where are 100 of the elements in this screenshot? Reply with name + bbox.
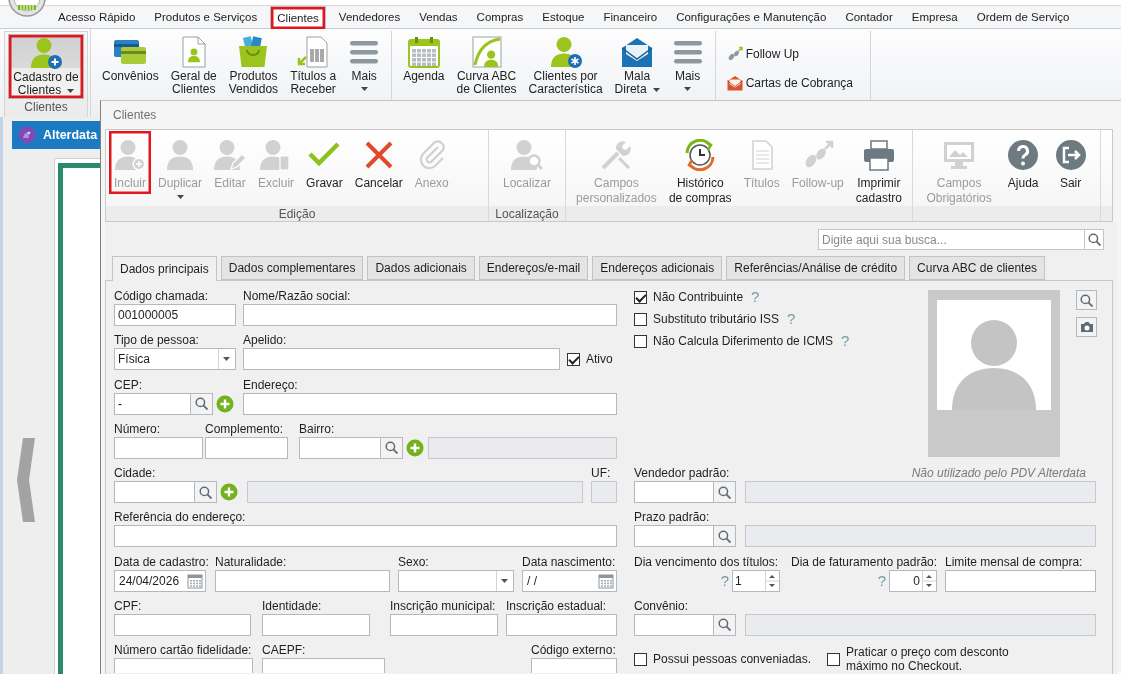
input-field[interactable] <box>634 525 714 548</box>
ribbon-button[interactable]: Produtos Vendidos <box>223 33 284 98</box>
toolbar-button[interactable]: Ajuda <box>1002 131 1045 194</box>
menu-tab[interactable]: Configurações e Manutenção <box>670 6 833 28</box>
ribbon-button[interactable]: Geral de Clientes <box>165 33 222 98</box>
add-icon[interactable] <box>406 438 424 457</box>
readonly-field[interactable] <box>745 613 1096 636</box>
camera-button[interactable] <box>1076 317 1097 337</box>
input-field[interactable] <box>243 392 617 415</box>
input-field[interactable] <box>506 613 617 636</box>
toolbar-button[interactable]: Imprimir cadastro <box>850 131 907 209</box>
dropdown-field[interactable] <box>398 569 514 592</box>
menu-tab[interactable]: Acesso Rápido <box>52 6 142 28</box>
menu-tab[interactable]: Financeiro <box>597 6 664 28</box>
ribbon-button[interactable]: Cadastro de Clientes <box>8 34 84 99</box>
toolbar-button[interactable]: Gravar <box>301 131 348 194</box>
input-field[interactable] <box>114 658 253 673</box>
readonly-field[interactable] <box>428 436 617 459</box>
ribbon-button[interactable]: Cartas de Cobrança <box>726 73 856 93</box>
toolbar-button[interactable]: Cancelar <box>349 131 408 194</box>
input-field[interactable]: 001000005 <box>114 304 236 326</box>
ribbon-button[interactable]: Mais <box>666 33 709 93</box>
spin-field[interactable]: 1 <box>732 569 780 592</box>
dropdown-field[interactable]: Física <box>114 348 236 371</box>
ribbon-button[interactable]: Curva ABC de Clientes <box>451 33 522 98</box>
tab[interactable]: Dados principais <box>112 256 217 281</box>
input-field[interactable] <box>390 613 498 636</box>
menu-tab[interactable]: Vendedores <box>332 6 407 28</box>
checkbox[interactable] <box>634 290 647 304</box>
menu-tab[interactable]: Contador <box>839 6 899 28</box>
checkbox[interactable] <box>567 352 580 366</box>
checkbox-label[interactable]: Não Contribuinte <box>653 290 744 304</box>
ribbon-button[interactable]: Convênios <box>97 33 164 85</box>
spin-field[interactable]: 0 <box>889 569 937 592</box>
tab[interactable]: Referências/Análise de crédito <box>726 256 906 280</box>
ribbon-button[interactable]: Mala Direta <box>609 33 665 98</box>
toolbar-button[interactable]: Sair <box>1049 131 1092 194</box>
search-button[interactable] <box>381 436 403 459</box>
checkbox-label[interactable]: Praticar o preço com desconto máximo no Checkout. <box>846 645 1021 673</box>
input-field[interactable] <box>114 436 203 459</box>
ribbon-button[interactable]: Títulos a Receber <box>285 33 342 98</box>
calendar-icon[interactable] <box>598 572 614 589</box>
menu-tab[interactable]: Produtos e Serviços <box>148 6 264 28</box>
checkbox-label[interactable]: Ativo <box>586 352 613 367</box>
input-field[interactable] <box>299 436 381 459</box>
input-field[interactable]: - <box>114 392 191 415</box>
search-button[interactable] <box>195 481 217 503</box>
input-field[interactable] <box>945 569 1096 592</box>
ribbon-button[interactable]: Clientes por Característica <box>523 33 608 98</box>
calendar-icon[interactable] <box>187 572 203 589</box>
input-field[interactable] <box>205 436 288 459</box>
input-field[interactable] <box>243 304 617 326</box>
readonly-field[interactable] <box>745 525 1096 548</box>
input-field[interactable] <box>531 658 617 673</box>
add-icon[interactable] <box>220 483 238 501</box>
checkbox[interactable] <box>827 652 840 666</box>
search-button[interactable] <box>191 392 213 415</box>
checkbox[interactable] <box>634 312 647 326</box>
input-field[interactable] <box>262 613 370 636</box>
checkbox-label[interactable]: Possui pessoas conveniadas. <box>653 652 812 666</box>
menu-tab[interactable]: Vendas <box>413 6 464 28</box>
menu-tab[interactable]: Ordem de Serviço <box>970 6 1076 28</box>
readonly-field[interactable] <box>247 481 583 503</box>
input-field[interactable] <box>262 658 385 673</box>
input-field[interactable] <box>114 613 251 636</box>
tab[interactable]: Dados adicionais <box>367 256 475 280</box>
menu-tab[interactable]: Empresa <box>905 6 964 28</box>
search-button[interactable] <box>714 613 736 636</box>
ribbon-button[interactable]: Follow Up <box>726 44 856 64</box>
search-button[interactable] <box>714 525 736 548</box>
menu-tab[interactable]: Estoque <box>536 6 591 28</box>
toolbar-button[interactable]: Histórico de compras <box>663 131 737 209</box>
input-field[interactable] <box>114 481 195 503</box>
input-field[interactable] <box>215 569 390 592</box>
date-field[interactable]: 24/04/2026 <box>114 569 206 592</box>
readonly-field[interactable] <box>591 481 617 503</box>
ribbon-button[interactable]: Agenda <box>398 33 450 85</box>
tab[interactable]: Dados complementares <box>220 256 364 280</box>
spin-arrows-icon[interactable] <box>922 570 936 591</box>
input-field[interactable] <box>634 481 714 503</box>
checkbox-label[interactable]: Não Calcula Diferimento de ICMS <box>653 334 834 348</box>
ribbon-button[interactable]: Mais <box>343 33 386 93</box>
date-field[interactable]: / / <box>522 569 617 592</box>
side-tab[interactable]: Alterdata <box>12 121 100 149</box>
spin-arrows-icon[interactable] <box>765 570 779 591</box>
tab[interactable]: Endereços/e-mail <box>478 256 589 280</box>
search-field[interactable]: Digite aqui sua busca... <box>818 229 1084 250</box>
chevron-left-icon[interactable] <box>16 438 35 522</box>
checkbox[interactable] <box>634 334 647 348</box>
readonly-field[interactable] <box>745 481 1096 503</box>
tab[interactable]: Curva ABC de clientes <box>909 256 1046 280</box>
input-field[interactable] <box>114 525 617 548</box>
menu-tab[interactable]: Compras <box>470 6 530 28</box>
search-button[interactable] <box>1084 229 1104 250</box>
tab[interactable]: Endereços adicionais <box>592 256 723 280</box>
add-icon[interactable] <box>216 394 234 413</box>
checkbox-label[interactable]: Substituto tributário ISS <box>653 312 780 326</box>
input-field[interactable] <box>243 348 560 371</box>
search-button[interactable] <box>1076 290 1097 310</box>
search-button[interactable] <box>714 481 736 503</box>
